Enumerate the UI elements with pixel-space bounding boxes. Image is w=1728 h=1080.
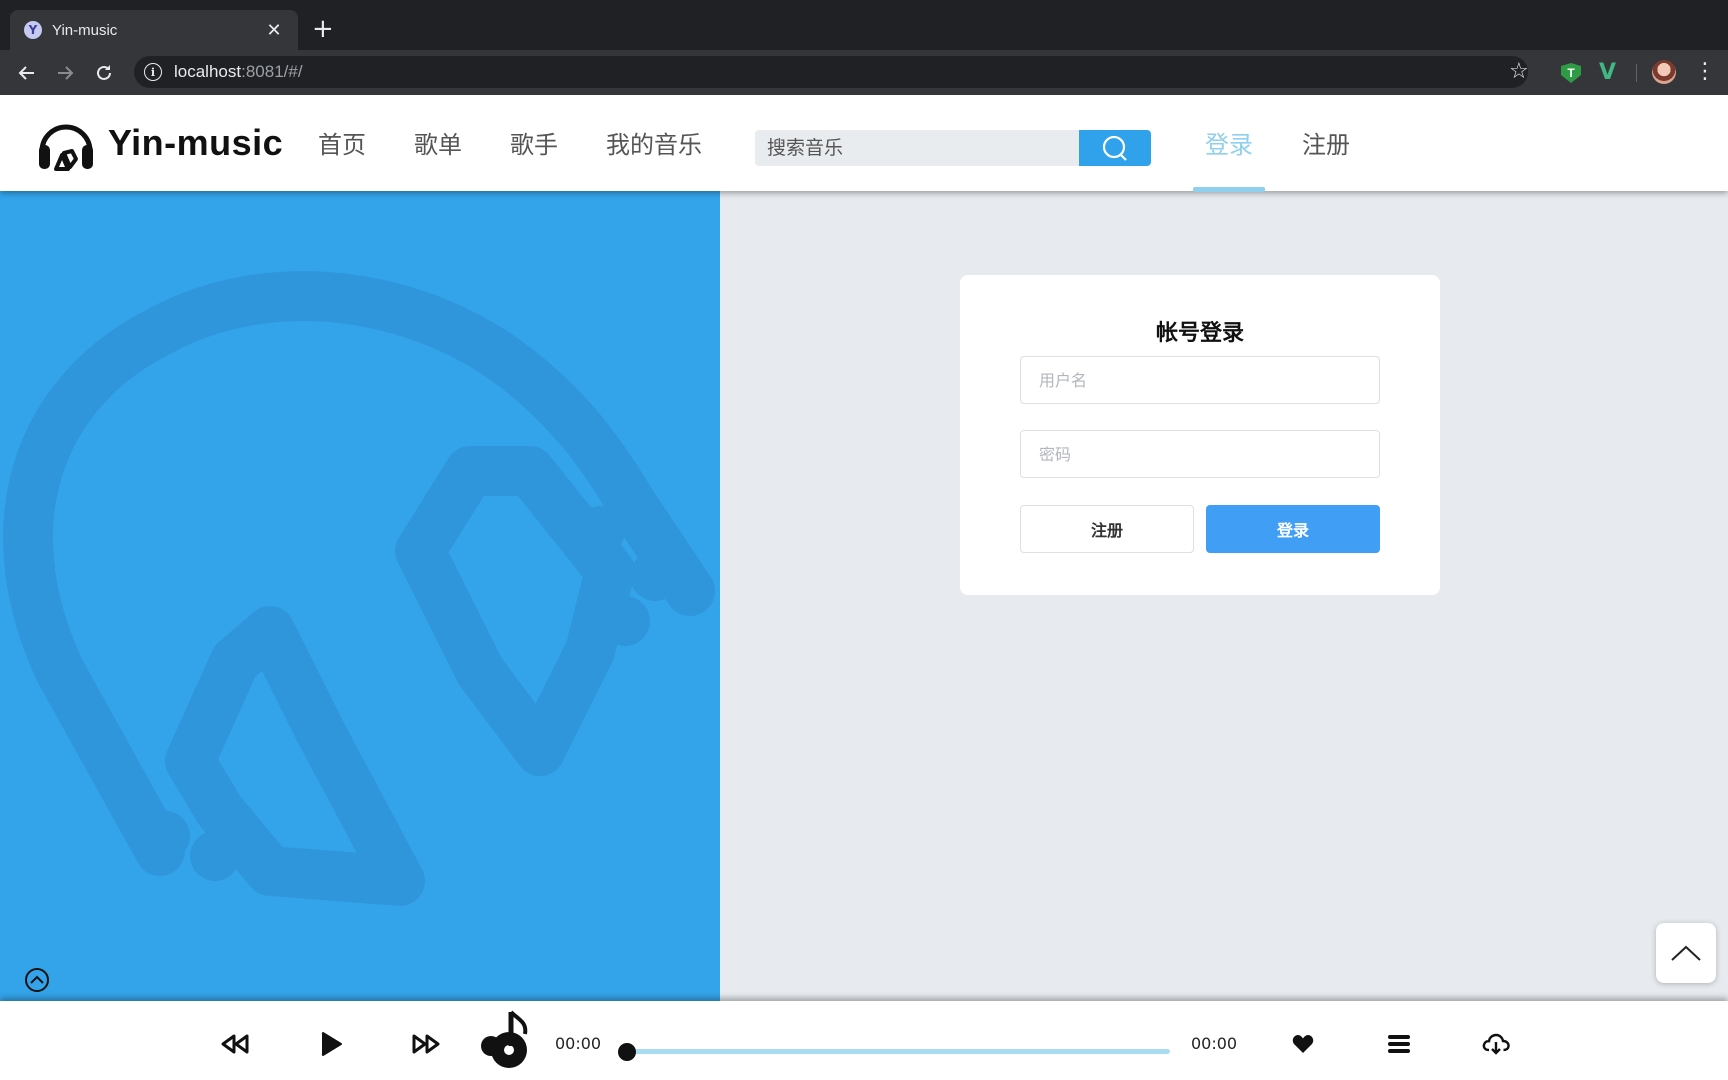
browser-tab[interactable]: Y Yin-music ✕	[10, 10, 298, 50]
progress-bar[interactable]	[628, 1049, 1170, 1054]
music-player-bar: 00:00 00:00	[0, 1001, 1728, 1080]
register-button[interactable]: 注册	[1020, 505, 1194, 553]
chevron-up-icon	[1671, 945, 1701, 961]
login-button[interactable]: 登录	[1206, 505, 1380, 553]
site-logo[interactable]: Yin-music	[34, 111, 283, 175]
tab-close-icon[interactable]: ✕	[264, 20, 284, 41]
heart-icon[interactable]	[1288, 1029, 1318, 1059]
nav-my-music[interactable]: 我的音乐	[606, 125, 702, 160]
previous-track-icon[interactable]	[218, 1027, 252, 1061]
play-icon[interactable]	[314, 1027, 348, 1061]
address-bar[interactable]: i localhost :8081/#/	[134, 56, 1528, 88]
headphones-logo-icon	[39, 124, 93, 171]
search-button[interactable]	[1079, 130, 1151, 166]
profile-avatar[interactable]	[1652, 60, 1676, 84]
new-tab-plus-icon[interactable]: +	[312, 14, 334, 44]
login-banner-panel	[0, 191, 720, 1001]
bookmark-star-icon[interactable]: ☆	[1509, 59, 1529, 85]
toolbar-divider	[1636, 64, 1637, 82]
site-header: Yin-music 首页 歌单 歌手 我的音乐 登录 注册	[0, 95, 1728, 192]
browser-menu-icon[interactable]: ⋮	[1694, 58, 1716, 86]
back-to-top-button[interactable]	[1656, 923, 1716, 983]
site-info-icon[interactable]: i	[144, 63, 162, 81]
browser-tab-bar: Y Yin-music ✕ +	[0, 0, 1728, 50]
album-cover-icon[interactable]	[474, 1009, 534, 1071]
forward-arrow-icon[interactable]	[50, 58, 80, 88]
collapse-player-icon[interactable]	[24, 967, 50, 993]
login-title: 帐号登录	[1155, 321, 1244, 346]
back-arrow-icon[interactable]	[12, 58, 42, 88]
tab-title: Yin-music	[52, 21, 118, 39]
next-track-icon[interactable]	[409, 1027, 443, 1061]
vue-devtools-icon[interactable]: V	[1599, 60, 1616, 85]
search-input[interactable]	[755, 130, 1079, 166]
reload-icon[interactable]	[89, 58, 119, 88]
active-nav-underline	[1193, 187, 1265, 192]
page-viewport: Yin-music 首页 歌单 歌手 我的音乐 登录 注册	[0, 95, 1728, 1080]
current-time: 00:00	[555, 1034, 602, 1053]
url-host: localhost	[174, 62, 242, 81]
nav-singers[interactable]: 歌手	[510, 125, 558, 160]
login-link[interactable]: 登录	[1205, 125, 1253, 160]
nav-home[interactable]: 首页	[318, 125, 366, 160]
total-time: 00:00	[1191, 1034, 1238, 1053]
url-path: :8081/#/	[241, 62, 303, 81]
username-field[interactable]	[1020, 356, 1380, 404]
register-link[interactable]: 注册	[1302, 125, 1350, 160]
password-field[interactable]	[1020, 430, 1380, 478]
logo-text: Yin-music	[108, 122, 284, 163]
extension-shield-icon[interactable]: T	[1561, 63, 1581, 83]
download-cloud-icon[interactable]	[1479, 1027, 1513, 1061]
browser-toolbar: i localhost :8081/#/ ☆ T V ⋮	[0, 50, 1728, 95]
login-card: 帐号登录 注册 登录	[960, 275, 1440, 595]
site-favicon-icon: Y	[24, 21, 42, 39]
nav-playlists[interactable]: 歌单	[414, 125, 462, 160]
progress-knob[interactable]	[618, 1043, 636, 1061]
playlist-icon[interactable]	[1384, 1029, 1414, 1059]
search-icon	[1102, 135, 1127, 161]
headphones-watermark-icon	[3, 271, 715, 906]
